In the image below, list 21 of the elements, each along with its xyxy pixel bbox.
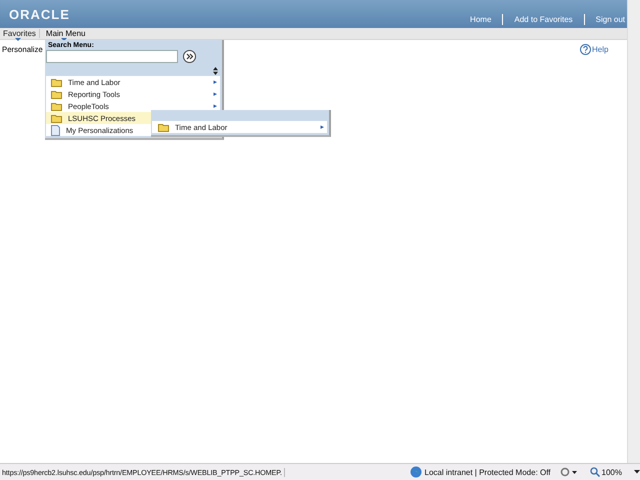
caret-icon xyxy=(634,470,640,474)
globe-icon xyxy=(410,466,422,478)
magnifier-icon xyxy=(590,467,600,477)
header-link[interactable]: Add to Favorites xyxy=(509,15,578,24)
scrollbar[interactable] xyxy=(627,0,640,463)
caret-icon xyxy=(14,38,21,41)
search-field[interactable] xyxy=(46,50,178,63)
security-zone: Local intranet | Protected Mode: Off xyxy=(410,466,560,478)
search-button[interactable] xyxy=(183,50,196,63)
header-link[interactable]: Sign out xyxy=(590,15,627,24)
menu-bar-item[interactable]: Favorites xyxy=(0,28,36,39)
sort-icon xyxy=(213,67,218,75)
folder-icon xyxy=(51,78,62,86)
folder-icon xyxy=(51,114,62,122)
logo: ORACLE xyxy=(9,7,70,22)
double-chevron-icon xyxy=(183,50,196,63)
document-icon xyxy=(51,124,60,136)
folder-icon xyxy=(51,90,62,98)
help-link[interactable]: Help xyxy=(580,44,608,55)
help-icon xyxy=(580,44,591,55)
zoom-button[interactable]: 100% xyxy=(590,467,622,477)
